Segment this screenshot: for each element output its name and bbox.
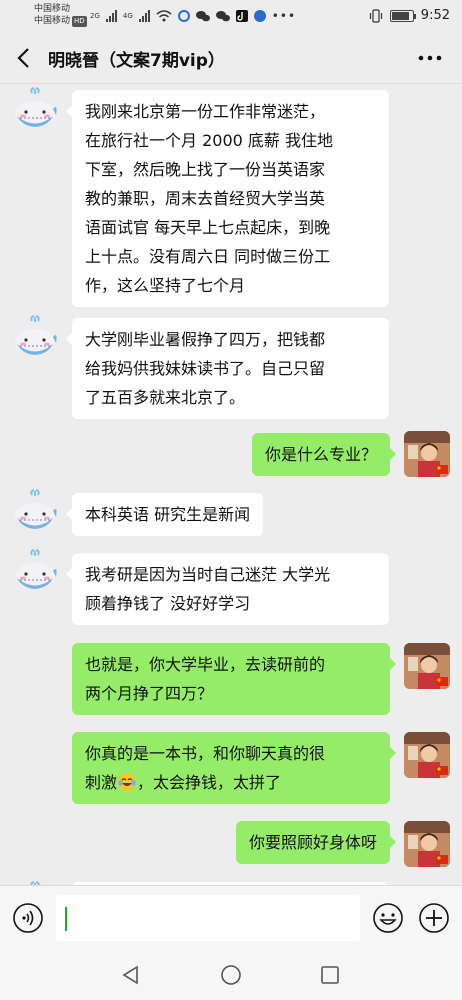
message-line: 你要照顾好身体呀 — [248, 833, 377, 852]
contact-avatar[interactable] — [12, 489, 58, 535]
avatar-image — [404, 643, 450, 689]
net-4g-label: 4G — [122, 12, 133, 20]
message-line: 作，这么坚持了七个月 — [85, 276, 246, 295]
laugh-cry-emoji-icon — [118, 773, 137, 791]
battery-fill — [391, 11, 409, 20]
contact-avatar[interactable] — [12, 549, 58, 595]
carrier-label-1: 中国移动 — [34, 4, 71, 14]
message-line: 上十点。没有周六日 同时做三份工 — [85, 247, 331, 266]
system-nav-bar — [0, 950, 462, 1000]
more-dots-icon[interactable] — [416, 44, 444, 72]
plus-icon[interactable] — [418, 902, 450, 934]
carrier-2-text: 中国移动 — [34, 16, 71, 26]
tiktok-icon — [235, 10, 248, 22]
message-line: 本科英语 研究生是新闻 — [85, 505, 251, 524]
message-line: 两个月挣了四万？ — [85, 684, 214, 703]
message-line: 你是什么专业？ — [264, 445, 377, 464]
message-bubble[interactable]: 你是什么专业？ — [251, 433, 397, 476]
emoji-icon[interactable] — [372, 902, 404, 934]
avatar-image — [15, 489, 57, 529]
message-line: 我考研是因为当时自己迷茫 大学光 — [85, 565, 331, 584]
message-line: 了五百多就来北京了。 — [85, 388, 246, 407]
avatar-image — [15, 549, 57, 589]
input-bar — [0, 885, 462, 950]
browser-icon — [253, 10, 266, 22]
voice-icon[interactable] — [12, 902, 44, 934]
chat-title: 明晓晉（文案7期vip） — [48, 51, 225, 71]
more-notifications-icon: ••• — [271, 9, 297, 23]
message-line: 顾着挣钱了 没好好学习 — [85, 594, 251, 613]
my-avatar[interactable] — [404, 732, 450, 778]
triangle-back-icon[interactable] — [120, 964, 142, 986]
chat-header: 明晓晉（文案7期vip） — [0, 32, 462, 84]
message-line: 下室，然后晚上找了一份当英语家 — [85, 160, 326, 179]
circle-home-icon[interactable] — [220, 964, 242, 986]
message-input[interactable] — [56, 895, 360, 941]
text-caret — [65, 907, 67, 931]
message-bubble[interactable]: 我考研是因为当时自己迷茫 大学光 顾着挣钱了 没好好学习 — [66, 553, 389, 625]
avatar-image — [15, 87, 57, 127]
chevron-left-icon[interactable] — [10, 44, 38, 72]
status-right: 9:52 — [369, 8, 450, 23]
message-line: 我刚来北京第一份工作非常迷茫， — [85, 102, 326, 121]
message-line: 刺激 ，太会挣钱，太拼了 — [85, 768, 377, 797]
message-line: 给我妈供我妹妹读书了。自己只留 — [85, 359, 326, 378]
message-text: ，太会挣钱，太拼了 — [137, 773, 282, 792]
message-line: 教的兼职，周末去首经贸大学当英 — [85, 189, 326, 208]
wechat-notification-icon — [195, 11, 210, 22]
contact-avatar[interactable] — [12, 87, 58, 133]
avatar-image — [404, 431, 450, 477]
clock: 9:52 — [420, 8, 450, 23]
message-bubble[interactable]: 本科英语 研究生是新闻 — [65, 493, 264, 536]
message-bubble[interactable]: 你真的是一本书，和你聊天真的很 刺激 ，太会挣钱，太拼了 — [72, 732, 396, 804]
signal-icon — [105, 10, 117, 22]
message-bubble[interactable]: 我刚来北京第一份工作非常迷茫， 在旅行社一个月 2000 底薪 我住地 下室，然… — [66, 90, 389, 307]
message-bubble[interactable]: 你要照顾好身体呀 — [235, 821, 397, 864]
status-bar: 中国移动 中国移动 HD 2G 4G ••• 9:52 — [0, 0, 462, 32]
message-list[interactable]: 我刚来北京第一份工作非常迷茫， 在旅行社一个月 2000 底薪 我住地 下室，然… — [0, 85, 462, 885]
vibrate-icon — [369, 8, 382, 23]
net-2g-label: 2G — [90, 12, 100, 20]
my-avatar[interactable] — [404, 643, 450, 689]
avatar-image — [404, 821, 450, 867]
hd-badge: HD — [72, 16, 87, 27]
my-avatar[interactable] — [404, 821, 450, 867]
signal-icon-2 — [138, 10, 150, 22]
avatar-image — [404, 732, 450, 778]
message-bubble[interactable]: 大学刚毕业暑假挣了四万，把钱都 给我妈供我妹妹读书了。自己只留 了五百多就来北京… — [66, 318, 389, 419]
app-notification-icon — [177, 10, 190, 22]
message-bubble[interactable]: 也就是，你大学毕业，去读研前的 两个月挣了四万？ — [72, 643, 396, 715]
wechat-notification-icon-2 — [215, 11, 230, 22]
message-text: 刺激 — [85, 773, 118, 792]
status-icons: 2G 4G ••• — [90, 9, 296, 23]
message-line: 也就是，你大学毕业，去读研前的 — [85, 655, 326, 674]
square-recent-icon[interactable] — [320, 965, 340, 985]
message-line: 语面试官 每天早上七点起床，到晚 — [85, 218, 331, 237]
my-avatar[interactable] — [404, 431, 450, 477]
avatar-image — [15, 315, 57, 355]
message-line: 你真的是一本书，和你聊天真的很 — [85, 744, 326, 763]
battery-icon — [389, 9, 416, 22]
message-line: 在旅行社一个月 2000 底薪 我住地 — [85, 131, 333, 150]
contact-avatar[interactable] — [12, 315, 58, 361]
wifi-icon — [156, 10, 172, 22]
carrier-label-2: 中国移动 HD — [34, 16, 87, 27]
message-line: 大学刚毕业暑假挣了四万，把钱都 — [85, 330, 326, 349]
